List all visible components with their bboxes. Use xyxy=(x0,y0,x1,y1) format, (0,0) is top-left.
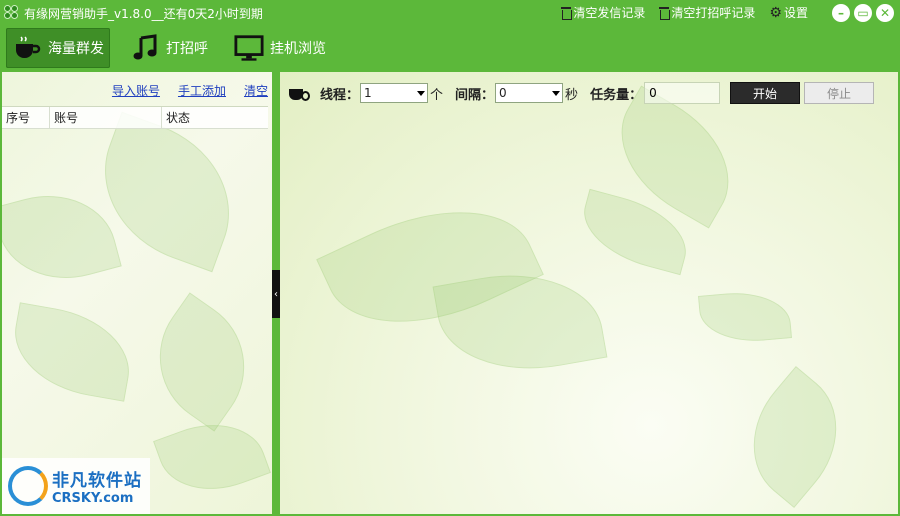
chevron-down-icon xyxy=(417,90,426,96)
clear-greeting-log-button[interactable]: 清空打招呼记录 xyxy=(659,4,755,21)
close-button[interactable]: ✕ xyxy=(876,4,894,22)
clear-greeting-log-label: 清空打招呼记录 xyxy=(671,6,756,20)
clover-logo-icon xyxy=(4,5,20,21)
restore-button[interactable]: ▭ xyxy=(854,4,872,22)
send-panel: 线程： 1 个 间隔： 0 秒 任务量： 开始 停止 xyxy=(280,72,898,514)
import-accounts-link[interactable]: 导入账号 xyxy=(112,82,160,99)
leaf-decoration xyxy=(5,302,139,402)
window-controls: – ▭ ✕ xyxy=(832,4,894,22)
music-note-icon xyxy=(130,33,160,63)
thread-select[interactable]: 1 xyxy=(360,83,429,103)
tab-idle-browse[interactable]: 挂机浏览 xyxy=(228,28,332,68)
account-table: 序号 账号 状态 xyxy=(2,106,268,129)
thread-unit: 个 xyxy=(430,87,444,103)
interval-select-value: 0 xyxy=(499,86,507,100)
tab-mass-send[interactable]: 海量群发 xyxy=(6,28,110,68)
interval-unit: 秒 xyxy=(565,87,579,103)
leaf-decoration xyxy=(725,365,865,509)
leaf-decoration xyxy=(2,179,122,295)
settings-label: 设置 xyxy=(783,6,808,20)
account-panel: 导入账号 手工添加 清空 序号 账号 状态 xyxy=(2,72,272,514)
stop-button[interactable]: 停止 xyxy=(804,82,874,104)
thread-select-value: 1 xyxy=(364,86,372,100)
tab-mass-send-label: 海量群发 xyxy=(48,41,104,57)
gear-icon: ⚙ xyxy=(769,4,782,21)
interval-select[interactable]: 0 xyxy=(495,83,564,103)
account-links: 导入账号 手工添加 清空 xyxy=(112,82,268,99)
monitor-icon xyxy=(234,33,264,63)
main-toolbar: 海量群发 打招呼 挂机浏览 xyxy=(0,26,900,70)
task-count-label: 任务量： xyxy=(590,87,643,103)
column-header-seq[interactable]: 序号 xyxy=(2,106,50,129)
watermark-cn: 非凡软件站 xyxy=(52,471,142,491)
trash-icon xyxy=(659,6,671,20)
account-table-header: 序号 账号 状态 xyxy=(2,106,268,129)
title-bar: 有缘网营销助手_v1.8.0__还有0天2小时到期 清空发信记录 清空打招呼记录… xyxy=(0,0,900,26)
clear-message-log-button[interactable]: 清空发信记录 xyxy=(561,4,645,21)
coffee-cup-icon xyxy=(12,33,42,63)
tab-greeting-label: 打招呼 xyxy=(166,41,208,57)
watermark-en: CRSKY.com xyxy=(52,491,134,506)
tab-idle-browse-label: 挂机浏览 xyxy=(270,41,326,57)
clear-message-log-label: 清空发信记录 xyxy=(573,6,646,20)
task-count-input[interactable] xyxy=(644,82,721,104)
send-controls: 线程： 1 个 间隔： 0 秒 任务量： xyxy=(288,82,721,104)
trash-icon xyxy=(561,6,573,20)
thread-label: 线程： xyxy=(320,87,360,103)
clear-accounts-link[interactable]: 清空 xyxy=(244,82,268,99)
tab-greeting[interactable]: 打招呼 xyxy=(124,28,214,68)
column-header-account[interactable]: 账号 xyxy=(50,106,162,129)
manual-add-link[interactable]: 手工添加 xyxy=(178,82,226,99)
chevron-left-icon: ‹ xyxy=(274,288,278,300)
panel-splitter[interactable]: ‹ xyxy=(272,270,280,318)
minimize-button[interactable]: – xyxy=(832,4,850,22)
window-title: 有缘网营销助手_v1.8.0__还有0天2小时到期 xyxy=(24,6,263,21)
leaf-decoration xyxy=(697,288,793,346)
crsky-logo-icon xyxy=(8,466,48,506)
crsky-watermark: 非凡软件站 CRSKY.com xyxy=(2,458,150,514)
column-header-status[interactable]: 状态 xyxy=(162,107,268,129)
interval-label: 间隔： xyxy=(455,87,495,103)
leaf-decoration xyxy=(132,292,272,432)
chevron-down-icon xyxy=(552,90,561,96)
settings-button[interactable]: ⚙ 设置 xyxy=(769,4,808,21)
title-actions: 清空发信记录 清空打招呼记录 ⚙ 设置 xyxy=(561,4,808,21)
coffee-cup-icon xyxy=(288,84,310,102)
watermark-text: 非凡软件站 CRSKY.com xyxy=(52,466,142,506)
start-button[interactable]: 开始 xyxy=(730,82,800,104)
